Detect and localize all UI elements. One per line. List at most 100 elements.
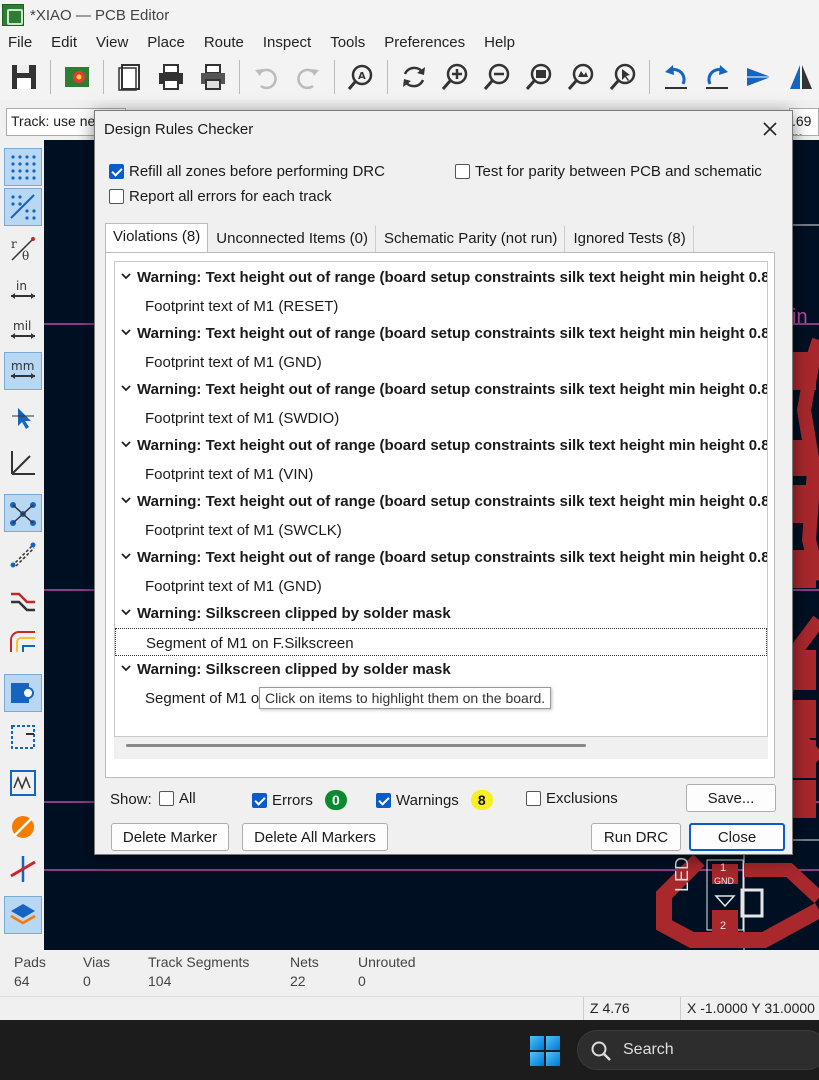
net-color-icon[interactable] [4,808,42,846]
find-icon[interactable]: A [343,59,379,95]
rotate-ccw-icon[interactable] [658,59,694,95]
units-mm-icon[interactable]: mm [4,352,42,390]
menu-preferences[interactable]: Preferences [384,34,465,51]
grid-dots-icon[interactable] [4,148,42,186]
polar-coords-icon[interactable]: rθ [4,230,42,268]
show-exclusions-checkbox[interactable]: Exclusions [526,790,618,807]
save-report-button[interactable]: Save... [686,784,776,812]
violation-row[interactable]: Warning: Text height out of range (board… [115,264,767,292]
cursor-crosshair-icon[interactable] [4,398,42,436]
violation-item-row[interactable]: Footprint text of M1 (GND) [115,348,767,376]
page-settings-icon[interactable] [112,59,148,95]
checkbox-unchecked[interactable] [526,791,541,806]
menu-help[interactable]: Help [484,34,515,51]
redo-icon[interactable] [290,59,326,95]
zoom-out-icon[interactable] [479,59,515,95]
menu-tools[interactable]: Tools [330,34,365,51]
delete-marker-button[interactable]: Delete Marker [111,823,229,851]
refresh-icon[interactable] [396,59,432,95]
checkbox-unchecked[interactable] [109,189,124,204]
units-inches-icon[interactable]: in [4,272,42,310]
run-drc-button[interactable]: Run DRC [591,823,681,851]
show-all-checkbox[interactable]: All [159,790,196,807]
units-mils-icon[interactable]: mil [4,312,42,350]
menu-view[interactable]: View [96,34,128,51]
close-button[interactable]: Close [689,823,785,851]
chevron-down-icon[interactable] [121,495,131,505]
checkbox-unchecked[interactable] [455,164,470,179]
violation-row[interactable]: Warning: Text height out of range (board… [115,320,767,348]
violation-row[interactable]: Warning: Silkscreen clipped by solder ma… [115,656,767,684]
taskbar-search[interactable]: Search [577,1030,819,1070]
ratsnest-icon[interactable] [4,494,42,532]
rotate-cw-icon[interactable] [699,59,735,95]
windows-start-icon[interactable] [530,1036,560,1066]
menu-edit[interactable]: Edit [51,34,77,51]
horizontal-scrollbar-track[interactable] [114,737,768,759]
violation-row[interactable]: Warning: Text height out of range (board… [115,432,767,460]
grid-value-select[interactable]: .69 m [789,108,819,136]
zoom-fit-icon[interactable] [521,59,557,95]
layer-contrast-icon[interactable] [4,850,42,888]
drc-marker-icon[interactable] [4,718,42,756]
close-icon[interactable] [758,117,782,141]
violation-item: Footprint text of M1 (SWCLK) [145,522,342,539]
chevron-down-icon[interactable] [121,551,131,561]
checkbox-checked[interactable] [252,792,267,808]
violation-row[interactable]: Warning: Text height out of range (board… [115,488,767,516]
print-icon[interactable] [153,59,189,95]
chevron-down-icon[interactable] [121,607,131,617]
pad-display-icon[interactable] [4,674,42,712]
violations-list[interactable]: Warning: Text height out of range (board… [114,261,768,737]
stat-track-segments: Track Segments 104 [148,954,250,989]
zoom-selection-icon[interactable] [605,59,641,95]
track-highlight-icon[interactable] [4,582,42,620]
via-display-icon[interactable] [4,764,42,802]
violation-row[interactable]: Warning: Text height out of range (board… [115,376,767,404]
delete-all-markers-button[interactable]: Delete All Markers [242,823,388,851]
tab-schematic-parity[interactable]: Schematic Parity (not run) [376,225,566,253]
grid-override-icon[interactable] [4,188,42,226]
menu-file[interactable]: File [8,34,32,51]
violation-item-row[interactable]: Footprint text of M1 (GND) [115,572,767,600]
board-setup-icon[interactable] [59,59,95,95]
checkbox-unchecked[interactable] [159,791,174,806]
horizontal-scrollbar-thumb[interactable] [126,744,586,747]
chevron-down-icon[interactable] [121,663,131,673]
chevron-down-icon[interactable] [121,271,131,281]
menu-inspect[interactable]: Inspect [263,34,311,51]
chevron-down-icon[interactable] [121,327,131,337]
menu-route[interactable]: Route [204,34,244,51]
tab-violations[interactable]: Violations (8) [105,223,209,253]
angle-constraint-icon[interactable] [4,444,42,482]
report-all-errors-checkbox[interactable]: Report all errors for each track [109,188,332,205]
violation-row[interactable]: Warning: Text height out of range (board… [115,544,767,572]
mirror-horizontal-icon[interactable] [741,59,777,95]
chevron-down-icon[interactable] [121,383,131,393]
plot-icon[interactable] [195,59,231,95]
menu-place[interactable]: Place [147,34,185,51]
violation-item-row[interactable]: Footprint text of M1 (VIN) [115,460,767,488]
chevron-down-icon[interactable] [121,439,131,449]
show-errors-checkbox[interactable]: Errors 0 [252,790,347,810]
violation-row[interactable]: Warning: Silkscreen clipped by solder ma… [115,600,767,628]
undo-icon[interactable] [248,59,284,95]
violation-item-row[interactable]: Footprint text of M1 (RESET) [115,292,767,320]
zone-display-icon[interactable] [4,624,42,662]
layers-manager-icon[interactable] [4,896,42,934]
save-icon[interactable] [6,59,42,95]
violation-item-row[interactable]: Segment of M1 on F.Silkscreen [115,628,767,656]
show-warnings-checkbox[interactable]: Warnings 8 [376,790,493,810]
violation-item-row[interactable]: Footprint text of M1 (SWDIO) [115,404,767,432]
checkbox-checked[interactable] [109,164,124,179]
tab-ignored-tests[interactable]: Ignored Tests (8) [565,225,694,253]
test-parity-checkbox[interactable]: Test for parity between PCB and schemati… [455,163,762,180]
zoom-in-icon[interactable] [437,59,473,95]
tab-unconnected-items[interactable]: Unconnected Items (0) [208,225,377,253]
checkbox-checked[interactable] [376,792,391,808]
refill-zones-checkbox[interactable]: Refill all zones before performing DRC [109,163,385,180]
mirror-vertical-icon[interactable] [783,59,819,95]
curved-ratsnest-icon[interactable] [4,536,42,574]
violation-item-row[interactable]: Footprint text of M1 (SWCLK) [115,516,767,544]
zoom-objects-icon[interactable] [563,59,599,95]
